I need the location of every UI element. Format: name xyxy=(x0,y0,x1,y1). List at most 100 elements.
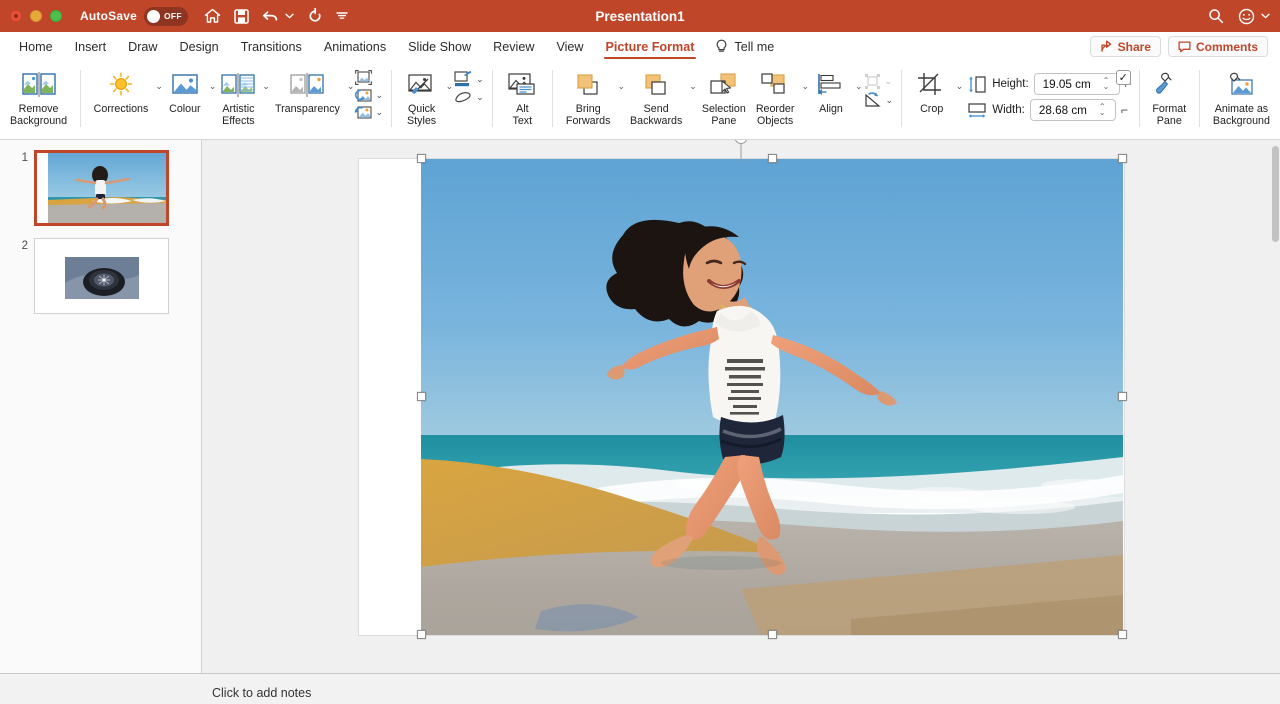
height-input[interactable] xyxy=(1043,78,1103,91)
bring-forwards-control[interactable]: Bring Forwards ⌄ xyxy=(561,65,625,128)
picture-border-button[interactable]: ⌄ xyxy=(453,71,484,88)
tab-review[interactable]: Review xyxy=(482,32,545,61)
slide-thumbnail-row-1[interactable]: 1 xyxy=(0,150,201,238)
compress-pictures-button[interactable]: ⌄ xyxy=(354,88,383,103)
animate-as-background-button[interactable]: Animate as Background xyxy=(1208,65,1275,139)
width-input[interactable] xyxy=(1039,104,1099,117)
artistic-effects-button[interactable]: Artistic Effects xyxy=(216,65,260,128)
resize-handle-top-center[interactable] xyxy=(768,154,777,163)
rotation-handle[interactable]: ↻ xyxy=(735,140,748,162)
tell-me-button[interactable]: Tell me xyxy=(705,39,774,54)
home-icon[interactable] xyxy=(204,8,221,24)
autosave-toggle[interactable]: OFF xyxy=(144,7,188,26)
quick-styles-control[interactable]: Quick Styles ⌄ xyxy=(400,65,454,128)
corrections-control[interactable]: Corrections ⌄ xyxy=(89,65,163,115)
tab-design[interactable]: Design xyxy=(168,32,229,61)
share-button[interactable]: Share xyxy=(1090,36,1161,57)
reorder-objects-button[interactable]: Reorder Objects xyxy=(751,65,800,128)
current-slide[interactable] xyxy=(359,159,1124,635)
send-backwards-chevron-down-icon[interactable]: ⌄ xyxy=(689,81,697,92)
tab-picture-format[interactable]: Picture Format xyxy=(595,32,706,61)
slide-canvas-area[interactable]: ↻ xyxy=(202,140,1280,673)
group-objects-button[interactable]: ⌄ xyxy=(863,73,894,90)
resize-handle-bottom-center[interactable] xyxy=(768,630,777,639)
tab-insert[interactable]: Insert xyxy=(64,32,118,61)
reorder-objects-control[interactable]: Reorder Objects ⌄ xyxy=(751,65,809,128)
picture-border-chevron-down-icon[interactable]: ⌄ xyxy=(476,75,484,84)
crop-control[interactable]: Crop ⌄ xyxy=(910,65,964,115)
alt-text-button[interactable]: Alt Text xyxy=(500,65,544,139)
height-spinner-arrows[interactable]: ⌃⌄ xyxy=(1103,78,1110,90)
width-stepper[interactable]: ⌃⌄ xyxy=(1030,99,1116,121)
align-chevron-down-icon[interactable]: ⌄ xyxy=(855,81,863,92)
maximize-window-button[interactable] xyxy=(50,10,62,22)
undo-dropdown-icon[interactable] xyxy=(285,13,294,19)
format-pane-button[interactable]: Format Pane xyxy=(1147,65,1191,139)
width-spinner-arrows[interactable]: ⌃⌄ xyxy=(1099,104,1106,116)
quick-access-overflow-icon[interactable] xyxy=(336,11,348,21)
resize-handle-middle-left[interactable] xyxy=(417,392,426,401)
resize-handle-middle-right[interactable] xyxy=(1118,392,1127,401)
change-picture-chevron-down-icon[interactable]: ⌄ xyxy=(375,108,383,117)
corrections-chevron-down-icon[interactable]: ⌄ xyxy=(155,81,163,92)
slide-thumbnail-pane[interactable]: 1 xyxy=(0,140,202,673)
rotate-objects-button[interactable]: ⌄ xyxy=(863,92,894,108)
quick-styles-button[interactable]: Quick Styles xyxy=(400,65,444,128)
notes-pane[interactable]: Click to add notes xyxy=(0,673,1280,704)
comments-button[interactable]: Comments xyxy=(1168,36,1268,57)
corrections-button[interactable]: Corrections xyxy=(89,65,154,115)
resize-handle-bottom-left[interactable] xyxy=(417,630,426,639)
rotate-objects-chevron-down-icon[interactable]: ⌄ xyxy=(886,96,894,105)
tab-slide-show[interactable]: Slide Show xyxy=(397,32,482,61)
colour-chevron-down-icon[interactable]: ⌄ xyxy=(209,81,217,92)
lock-aspect-ratio-control[interactable]: ✓ xyxy=(1116,65,1131,85)
undo-icon[interactable] xyxy=(262,9,279,24)
lock-aspect-ratio-checkbox[interactable]: ✓ xyxy=(1116,70,1131,85)
height-stepper[interactable]: ⌃⌄ xyxy=(1034,73,1120,95)
redo-icon[interactable] xyxy=(307,8,323,24)
bring-forwards-button[interactable]: Bring Forwards xyxy=(561,65,616,128)
colour-control[interactable]: Colour ⌄ xyxy=(163,65,217,115)
tab-animations[interactable]: Animations xyxy=(313,32,397,61)
chevron-down-icon[interactable] xyxy=(1261,13,1270,19)
selected-picture[interactable] xyxy=(421,159,1123,635)
transparency-button[interactable]: Transparency xyxy=(270,65,345,115)
resize-handle-top-right[interactable] xyxy=(1118,154,1127,163)
slide-thumbnail-1[interactable] xyxy=(34,150,169,226)
align-control[interactable]: Align ⌄ xyxy=(809,65,863,115)
resize-handle-top-left[interactable] xyxy=(417,154,426,163)
compress-pictures-chevron-down-icon[interactable]: ⌄ xyxy=(375,91,383,100)
window-controls[interactable] xyxy=(10,10,62,22)
artistic-effects-chevron-down-icon[interactable]: ⌄ xyxy=(262,81,270,92)
transparency-chevron-down-icon[interactable]: ⌄ xyxy=(347,81,355,92)
remove-background-button[interactable]: Remove Background xyxy=(5,65,72,139)
tab-home[interactable]: Home xyxy=(8,32,64,61)
slide-thumbnail-row-2[interactable]: 2 xyxy=(0,238,201,326)
smiley-feedback-icon[interactable] xyxy=(1238,8,1255,25)
resize-handle-bottom-right[interactable] xyxy=(1118,630,1127,639)
minimize-window-button[interactable] xyxy=(30,10,42,22)
tab-transitions[interactable]: Transitions xyxy=(230,32,313,61)
artistic-effects-control[interactable]: Artistic Effects ⌄ xyxy=(216,65,270,128)
selection-pane-button[interactable]: Selection Pane xyxy=(697,65,751,139)
bring-forwards-chevron-down-icon[interactable]: ⌄ xyxy=(617,81,625,92)
tab-draw[interactable]: Draw xyxy=(117,32,168,61)
reset-picture-button[interactable] xyxy=(354,69,383,86)
canvas-scroll-thumb[interactable] xyxy=(1272,146,1279,242)
crop-button[interactable]: Crop xyxy=(910,65,954,115)
send-backwards-button[interactable]: Send Backwards xyxy=(625,65,687,128)
slide-thumbnail-2[interactable] xyxy=(34,238,169,314)
canvas-vertical-scrollbar[interactable] xyxy=(1272,146,1279,667)
picture-effects-button[interactable]: ⌄ xyxy=(453,90,484,105)
transparency-control[interactable]: Transparency ⌄ xyxy=(270,65,355,115)
picture-effects-chevron-down-icon[interactable]: ⌄ xyxy=(476,93,484,102)
save-icon[interactable] xyxy=(234,9,249,24)
close-window-button[interactable] xyxy=(10,10,22,22)
colour-button[interactable]: Colour xyxy=(163,65,207,115)
quick-styles-chevron-down-icon[interactable]: ⌄ xyxy=(446,81,454,92)
change-picture-button[interactable]: ⌄ xyxy=(354,105,383,120)
reorder-objects-chevron-down-icon[interactable]: ⌄ xyxy=(801,81,809,92)
send-backwards-control[interactable]: Send Backwards ⌄ xyxy=(625,65,697,128)
tab-view[interactable]: View xyxy=(545,32,594,61)
align-button[interactable]: Align xyxy=(809,65,853,115)
